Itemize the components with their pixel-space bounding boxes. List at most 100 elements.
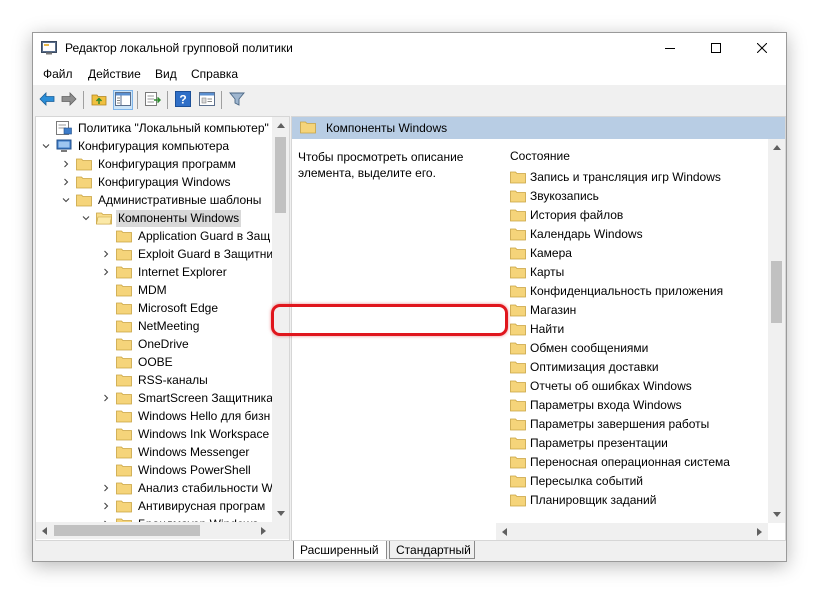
list-item[interactable]: Параметры входа Windows bbox=[510, 395, 682, 414]
close-button[interactable] bbox=[739, 33, 785, 63]
tree-item[interactable]: Windows Hello для бизн bbox=[100, 407, 272, 425]
scroll-right-arrow-icon[interactable] bbox=[751, 523, 768, 540]
list-item[interactable]: Параметры презентации bbox=[510, 433, 668, 452]
back-arrow-icon bbox=[39, 91, 55, 109]
menu-action[interactable]: Действие bbox=[88, 67, 141, 81]
list-item[interactable]: Календарь Windows bbox=[510, 224, 643, 243]
folder-icon bbox=[510, 455, 526, 469]
tree-item[interactable]: Exploit Guard в Защитни bbox=[100, 245, 272, 263]
scroll-left-arrow-icon[interactable] bbox=[36, 522, 53, 539]
tree-item[interactable]: Windows Ink Workspace bbox=[100, 425, 271, 443]
tab-extended[interactable]: Расширенный bbox=[293, 541, 387, 559]
menu-view[interactable]: Вид bbox=[155, 67, 177, 81]
chevron-down-icon[interactable] bbox=[60, 191, 72, 209]
export-list-icon bbox=[145, 91, 162, 109]
tree-item[interactable]: SmartScreen Защитника bbox=[100, 389, 272, 407]
chevron-right-icon[interactable] bbox=[100, 515, 112, 522]
tree-item[interactable]: MDM bbox=[100, 281, 169, 299]
list-item[interactable]: Конфиденциальность приложения bbox=[510, 281, 723, 300]
chevron-down-icon[interactable] bbox=[80, 209, 92, 227]
menu-help[interactable]: Справка bbox=[191, 67, 238, 81]
list-item-label: Переносная операционная система bbox=[530, 454, 730, 469]
maximize-button[interactable] bbox=[693, 33, 739, 63]
list-item[interactable]: Оптимизация доставки bbox=[510, 357, 659, 376]
menu-file[interactable]: Файл bbox=[43, 67, 73, 81]
folder-icon bbox=[510, 246, 526, 260]
show-hide-tree-button[interactable] bbox=[113, 90, 133, 110]
filter-button[interactable] bbox=[227, 90, 247, 110]
tree-item[interactable]: Microsoft Edge bbox=[100, 299, 220, 317]
chevron-right-icon[interactable] bbox=[60, 155, 72, 173]
tree-item[interactable]: Конфигурация программ bbox=[60, 155, 238, 173]
chevron-right-icon[interactable] bbox=[100, 497, 112, 515]
tree-item[interactable]: NetMeeting bbox=[100, 317, 201, 335]
list-item[interactable]: Запись и трансляция игр Windows bbox=[510, 167, 721, 186]
list-horizontal-scrollbar[interactable] bbox=[496, 523, 768, 540]
back-button[interactable] bbox=[37, 90, 57, 110]
list-item[interactable]: Параметры завершения работы bbox=[510, 414, 709, 433]
scroll-down-arrow-icon[interactable] bbox=[272, 505, 289, 522]
list-item[interactable]: Карты bbox=[510, 262, 564, 281]
list-scroll-thumb[interactable] bbox=[771, 261, 782, 323]
gpedit-window: Редактор локальной групповой политики Фа… bbox=[32, 32, 787, 562]
list-item[interactable]: Найти bbox=[510, 319, 564, 338]
tree-item[interactable]: Конфигурация компьютера bbox=[40, 137, 231, 155]
list-vertical-scrollbar[interactable] bbox=[768, 139, 785, 523]
tree-item[interactable]: Компоненты Windows bbox=[80, 209, 242, 227]
chevron-right-icon[interactable] bbox=[100, 479, 112, 497]
scroll-up-arrow-icon[interactable] bbox=[272, 117, 289, 134]
list-item[interactable]: Переносная операционная система bbox=[510, 452, 730, 471]
properties-button[interactable] bbox=[197, 90, 217, 110]
chevron-down-icon[interactable] bbox=[40, 137, 52, 155]
tree-item[interactable]: Политика "Локальный компьютер" bbox=[40, 119, 271, 137]
tree-item[interactable]: Internet Explorer bbox=[100, 263, 229, 281]
tree-item[interactable]: OOBE bbox=[100, 353, 175, 371]
help-button[interactable]: ? bbox=[173, 90, 193, 110]
list-item[interactable]: Магазин bbox=[510, 300, 576, 319]
folder-icon bbox=[116, 426, 132, 442]
tree-item[interactable]: Брандмауэр Windows bbox=[100, 515, 260, 522]
tree-item[interactable]: Application Guard в Защ bbox=[100, 227, 272, 245]
scroll-up-arrow-icon[interactable] bbox=[768, 139, 785, 156]
list-item[interactable]: Планировщик заданий bbox=[510, 490, 656, 509]
tree-item[interactable]: Анализ стабильности W bbox=[100, 479, 272, 497]
tree-item[interactable]: Антивирусная програм bbox=[100, 497, 267, 515]
scroll-down-arrow-icon[interactable] bbox=[768, 506, 785, 523]
list-item[interactable]: Обмен сообщениями bbox=[510, 338, 648, 357]
list-item[interactable]: Пересылка событий bbox=[510, 471, 643, 490]
chevron-right-icon[interactable] bbox=[100, 245, 112, 263]
folder-icon bbox=[510, 189, 526, 203]
list-item[interactable]: Звукозапись bbox=[510, 186, 599, 205]
tree-item-label: Административные шаблоны bbox=[98, 192, 262, 207]
column-header-state[interactable]: Состояние bbox=[510, 149, 570, 163]
chevron-right-icon[interactable] bbox=[100, 389, 112, 407]
list-item[interactable]: Отчеты об ошибках Windows bbox=[510, 376, 692, 395]
tree-item[interactable]: Конфигурация Windows bbox=[60, 173, 233, 191]
tree-horizontal-scrollbar[interactable] bbox=[36, 522, 272, 539]
minimize-button[interactable] bbox=[647, 33, 693, 63]
tree-hscroll-thumb[interactable] bbox=[54, 525, 200, 536]
tree-item[interactable]: OneDrive bbox=[100, 335, 191, 353]
tree-item[interactable]: Административные шаблоны bbox=[60, 191, 263, 209]
chevron-right-icon[interactable] bbox=[100, 263, 112, 281]
up-folder-icon bbox=[91, 92, 107, 109]
tree-item[interactable]: Windows Messenger bbox=[100, 443, 251, 461]
tree-scroll-thumb[interactable] bbox=[275, 137, 286, 213]
chevron-right-icon[interactable] bbox=[60, 173, 72, 191]
scroll-right-arrow-icon[interactable] bbox=[255, 522, 272, 539]
tree-item[interactable]: Windows PowerShell bbox=[100, 461, 253, 479]
list-item[interactable]: Камера bbox=[510, 243, 572, 262]
scroll-left-arrow-icon[interactable] bbox=[496, 523, 513, 540]
export-list-button[interactable] bbox=[143, 90, 163, 110]
up-level-button[interactable] bbox=[89, 90, 109, 110]
scroll-corner bbox=[272, 522, 289, 539]
tab-standard[interactable]: Стандартный bbox=[389, 541, 475, 559]
forward-button[interactable] bbox=[59, 90, 79, 110]
list-item-label: Календарь Windows bbox=[530, 226, 643, 241]
list-item[interactable]: История файлов bbox=[510, 205, 623, 224]
tree-item[interactable]: RSS-каналы bbox=[100, 371, 210, 389]
